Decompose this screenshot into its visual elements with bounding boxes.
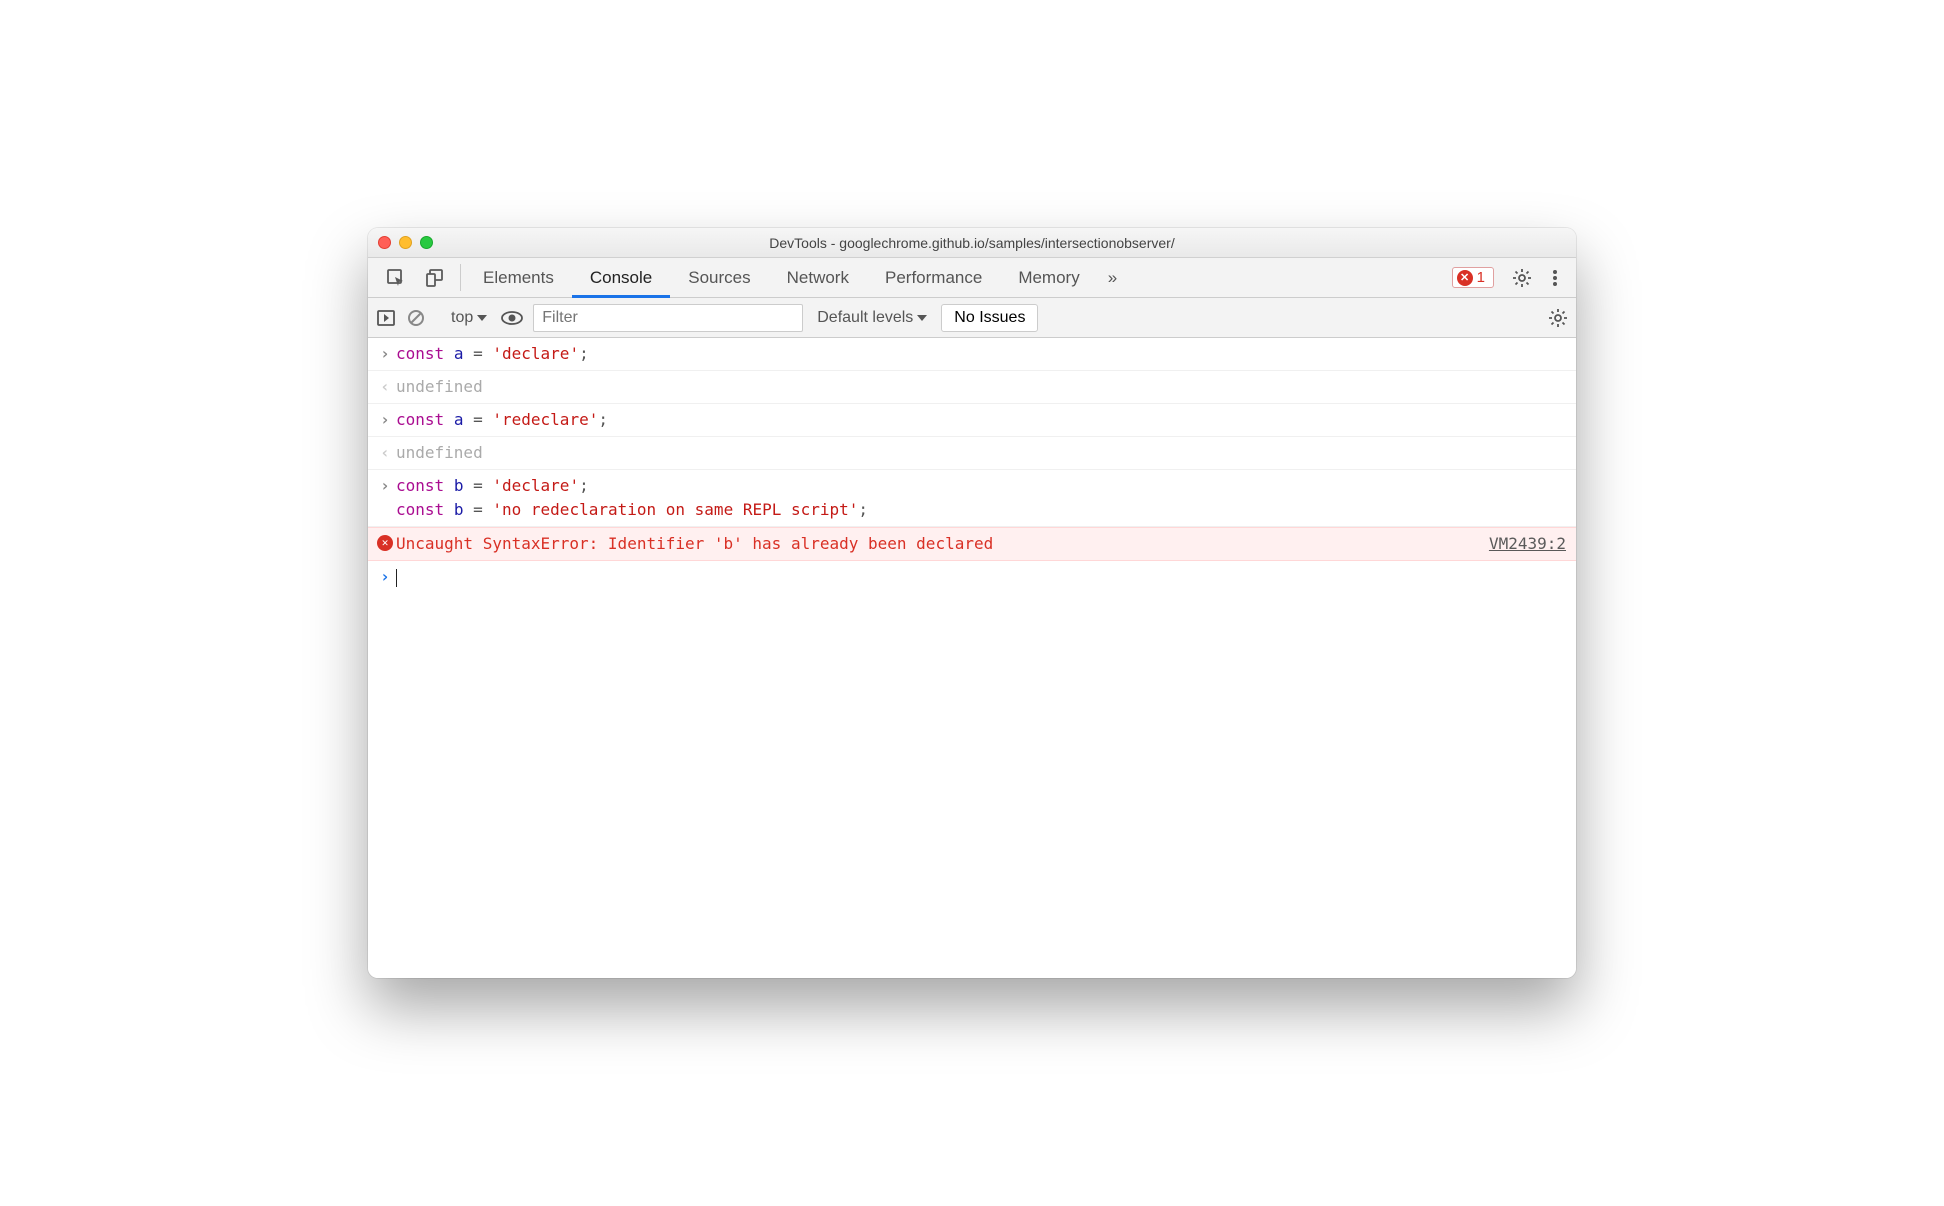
tab-performance[interactable]: Performance <box>867 258 1000 297</box>
error-count-badge[interactable]: ✕ 1 <box>1452 267 1494 288</box>
prompt-chevron-icon: › <box>374 565 396 589</box>
tab-console[interactable]: Console <box>572 258 670 297</box>
window-title: DevTools - googlechrome.github.io/sample… <box>378 235 1566 251</box>
console-output[interactable]: ›const a = 'declare';‹undefined›const a … <box>368 338 1576 978</box>
filter-input[interactable] <box>533 304 803 332</box>
console-error-row: ✕Uncaught SyntaxError: Identifier 'b' ha… <box>368 527 1576 561</box>
context-selector[interactable]: top <box>447 309 491 327</box>
error-count: 1 <box>1477 269 1485 286</box>
tab-memory[interactable]: Memory <box>1000 258 1097 297</box>
divider <box>460 264 461 291</box>
input-chevron-icon: › <box>374 342 396 366</box>
clear-console-icon[interactable] <box>406 308 426 328</box>
settings-icon[interactable] <box>1502 258 1542 297</box>
panel-tabs-bar: ElementsConsoleSourcesNetworkPerformance… <box>368 258 1576 298</box>
toggle-sidebar-icon[interactable] <box>376 308 396 328</box>
console-prompt-row: › <box>368 561 1576 593</box>
panel-tabs: ElementsConsoleSourcesNetworkPerformance… <box>465 258 1098 297</box>
text-cursor <box>396 569 397 587</box>
console-input-row: ›const a = 'redeclare'; <box>368 404 1576 437</box>
error-source-link[interactable]: VM2439:2 <box>1489 532 1566 556</box>
output-chevron-icon: ‹ <box>374 375 396 399</box>
tab-elements[interactable]: Elements <box>465 258 572 297</box>
devtools-window: DevTools - googlechrome.github.io/sample… <box>368 228 1576 978</box>
close-window-button[interactable] <box>378 236 391 249</box>
error-message: Uncaught SyntaxError: Identifier 'b' has… <box>396 534 993 553</box>
console-output-row: ‹undefined <box>368 371 1576 404</box>
console-settings-icon[interactable] <box>1548 308 1568 328</box>
console-input-row: ›const b = 'declare'; const b = 'no rede… <box>368 470 1576 527</box>
traffic-lights <box>378 236 433 249</box>
issues-label: No Issues <box>954 309 1025 327</box>
log-levels-selector[interactable]: Default levels <box>813 309 931 327</box>
more-tabs-button[interactable]: » <box>1098 258 1127 297</box>
error-icon: ✕ <box>377 535 393 551</box>
maximize-window-button[interactable] <box>420 236 433 249</box>
more-options-icon[interactable] <box>1542 258 1568 297</box>
minimize-window-button[interactable] <box>399 236 412 249</box>
context-label: top <box>451 309 473 327</box>
titlebar: DevTools - googlechrome.github.io/sample… <box>368 228 1576 258</box>
device-toolbar-icon[interactable] <box>416 258 456 297</box>
chevron-down-icon <box>917 315 927 321</box>
console-output-row: ‹undefined <box>368 437 1576 470</box>
console-toolbar: top Default levels No Issues <box>368 298 1576 338</box>
error-icon: ✕ <box>1457 270 1473 286</box>
console-input-row: ›const a = 'declare'; <box>368 338 1576 371</box>
input-chevron-icon: › <box>374 408 396 432</box>
inspect-element-icon[interactable] <box>376 258 416 297</box>
input-chevron-icon: › <box>374 474 396 522</box>
live-expression-icon[interactable] <box>501 310 523 326</box>
log-levels-label: Default levels <box>817 309 913 327</box>
issues-button[interactable]: No Issues <box>941 304 1038 332</box>
chevron-down-icon <box>477 315 487 321</box>
tab-network[interactable]: Network <box>769 258 867 297</box>
output-chevron-icon: ‹ <box>374 441 396 465</box>
tab-sources[interactable]: Sources <box>670 258 768 297</box>
